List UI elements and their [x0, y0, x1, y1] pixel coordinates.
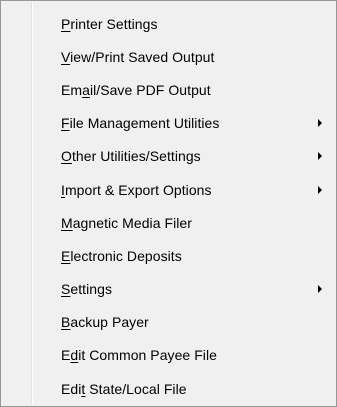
menu-item-label: Magnetic Media Filer [61, 214, 192, 231]
menu-item-email-save-pdf-output[interactable]: Email/Save PDF Output [1, 73, 336, 106]
access-key: F [61, 115, 70, 132]
access-key: V [61, 48, 71, 65]
menu-item-label: Email/Save PDF Output [61, 81, 211, 98]
menu-item-other-utilities-settings[interactable]: Other Utilities/Settings [1, 140, 336, 173]
menu-item-view-print-saved-output[interactable]: View/Print Saved Output [1, 40, 336, 73]
menu-item-label: Edit State/Local File [61, 380, 187, 397]
menu-item-printer-settings[interactable]: Printer Settings [1, 7, 336, 40]
menu-item-label: Other Utilities/Settings [61, 148, 201, 165]
submenu-arrow-icon [318, 185, 322, 194]
menu-item-label: View/Print Saved Output [61, 48, 215, 65]
access-key: P [61, 15, 71, 32]
access-key: S [61, 281, 71, 298]
access-key: B [61, 314, 71, 331]
menu-item-label: Printer Settings [61, 15, 158, 32]
access-key: O [61, 148, 72, 165]
menu-item-edit-common-payee-file[interactable]: Edit Common Payee File [1, 339, 336, 372]
access-key: a [82, 81, 90, 98]
access-key: M [61, 214, 73, 231]
menu-item-magnetic-media-filer[interactable]: Magnetic Media Filer [1, 206, 336, 239]
menu-item-electronic-deposits[interactable]: Electronic Deposits [1, 239, 336, 272]
menu-item-label: Edit Common Payee File [61, 347, 217, 364]
menu-item-list: Printer Settings View/Print Saved Output… [1, 7, 336, 405]
menu-item-label: Electronic Deposits [61, 247, 182, 264]
access-key: E [61, 247, 71, 264]
submenu-arrow-icon [318, 152, 322, 161]
submenu-arrow-icon [318, 285, 322, 294]
menu-item-settings[interactable]: Settings [1, 273, 336, 306]
menu-item-label: Settings [61, 281, 112, 298]
menu-item-label: Backup Payer [61, 314, 149, 331]
menu-item-backup-payer[interactable]: Backup Payer [1, 306, 336, 339]
menu-item-file-management-utilities[interactable]: File Management Utilities [1, 107, 336, 140]
menu-item-label: File Management Utilities [61, 115, 220, 132]
submenu-arrow-icon [318, 119, 322, 128]
context-menu: Printer Settings View/Print Saved Output… [0, 0, 337, 407]
menu-item-import-export-options[interactable]: Import & Export Options [1, 173, 336, 206]
menu-item-label: Import & Export Options [61, 181, 212, 198]
menu-item-edit-state-local-file[interactable]: Edit State/Local File [1, 372, 336, 405]
